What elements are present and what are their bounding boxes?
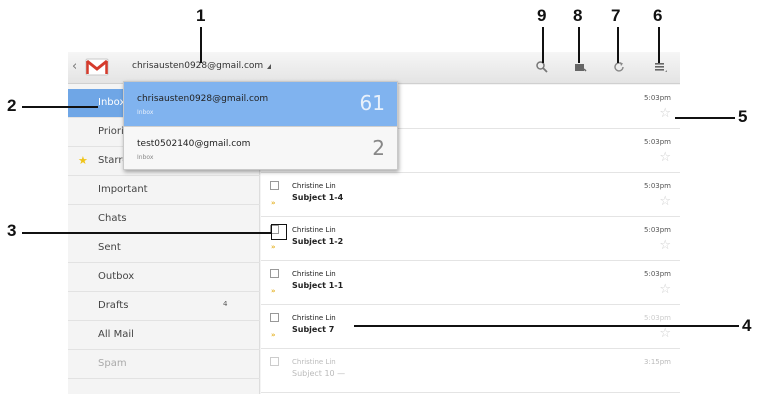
message-time: 3:15pm [644,358,671,366]
message-checkbox[interactable] [270,357,279,366]
callout-4: 4 [742,316,752,335]
message-time: 5:03pm [644,182,671,190]
callout-1: 1 [196,6,206,25]
message-sender: Christine Lin [292,226,336,234]
callout-6: 6 [653,6,663,25]
callout-line-1 [200,27,202,63]
message-sender: Christine Lin [292,358,336,366]
callout-3: 3 [7,221,17,240]
message-subject: Subject 7 [292,325,335,334]
sidebar-item-label: All Mail [98,329,134,340]
sidebar-item-all-mail[interactable]: All Mail [68,321,260,350]
message-sender: Christine Lin [292,314,336,322]
message-sender: Christine Lin [292,270,336,278]
account-email: chrisausten0928@gmail.com [137,94,269,104]
callout-2: 2 [7,96,17,115]
importance-marker-icon[interactable]: » [271,243,276,251]
refresh-icon[interactable] [612,60,626,74]
star-icon[interactable]: ☆ [659,238,671,253]
sidebar-item-sent[interactable]: Sent [68,234,260,263]
star-icon[interactable]: ☆ [659,106,671,121]
star-icon[interactable]: ☆ [659,194,671,209]
callout-line-3 [22,232,272,234]
message-checkbox[interactable] [270,181,279,190]
sidebar-item-chats[interactable]: Chats [68,205,260,234]
message-time: 5:03pm [644,270,671,278]
account-dropdown: chrisausten0928@gmail.com Inbox 61 test0… [123,81,398,170]
message-time: 5:03pm [644,94,671,102]
sidebar-item-outbox[interactable]: Outbox [68,263,260,292]
sidebar-item-label: Important [98,184,148,195]
back-arrow-icon[interactable]: ‹ [72,59,77,74]
compose-icon[interactable] [573,60,587,74]
menu-icon[interactable] [653,60,667,74]
message-subject: Subject 10 — [292,369,346,378]
message-subject: Subject 1-1 [292,281,344,290]
callout-line-7 [617,27,619,63]
message-time: 5:03pm [644,314,671,322]
message-row[interactable]: » Christine Lin Subject 7 5:03pm ☆ [261,305,680,349]
callout-line-5 [675,117,735,119]
sidebar-item-label: Sent [98,242,121,253]
drafts-count: 4 [223,300,228,308]
callout-line-2 [22,106,98,108]
sidebar-item-spam[interactable]: Spam [68,350,260,379]
message-checkbox[interactable] [270,313,279,322]
importance-marker-icon[interactable]: » [271,199,276,207]
account-email: test0502140@gmail.com [137,139,251,149]
callout-line-8 [578,27,580,63]
message-row[interactable]: Christine Lin Subject 10 — 3:15pm [261,349,680,393]
sidebar-item-label: Drafts [98,300,129,311]
message-row[interactable]: » Christine Lin Subject 1-2 5:03pm ☆ [261,217,680,261]
unread-count: 61 [359,91,385,115]
gmail-logo-icon[interactable] [85,58,109,76]
message-sender: Christine Lin [292,182,336,190]
sidebar-item-label: Outbox [98,271,135,282]
message-checkbox[interactable] [270,269,279,278]
message-subject: Subject 1-2 [292,237,344,246]
account-option[interactable]: chrisausten0928@gmail.com Inbox 61 [124,82,397,126]
message-row[interactable]: » Christine Lin Subject 1-1 5:03pm ☆ [261,261,680,305]
message-subject: Subject 1-4 [292,193,344,202]
unread-count: 2 [372,136,385,160]
importance-marker-icon[interactable]: » [271,287,276,295]
callout-line-9 [542,27,544,63]
action-bar: ‹ chrisausten0928@gmail.com [68,52,680,84]
sidebar-item-important[interactable]: Important [68,176,260,205]
chevron-down-icon[interactable] [267,64,271,69]
callout-line-4 [354,325,739,327]
sidebar-item-drafts[interactable]: Drafts 4 [68,292,260,321]
sidebar-item-label: Inbox [98,97,126,108]
callout-box-3 [271,224,287,240]
message-row[interactable]: » Christine Lin Subject 1-4 5:03pm ☆ [261,173,680,217]
sidebar-item-label: Priori [98,126,124,137]
account-folder: Inbox [137,154,154,161]
message-time: 5:03pm [644,138,671,146]
sidebar-item-label: Spam [98,358,127,369]
account-folder: Inbox [137,109,154,116]
account-selector[interactable]: chrisausten0928@gmail.com [132,61,263,71]
importance-marker-icon[interactable]: » [271,331,276,339]
callout-line-6 [658,27,660,63]
callout-5: 5 [738,107,748,126]
star-icon: ★ [78,154,88,167]
callout-8: 8 [573,6,583,25]
callout-9: 9 [537,6,547,25]
star-icon[interactable]: ☆ [659,282,671,297]
message-time: 5:03pm [644,226,671,234]
star-icon[interactable]: ☆ [659,150,671,165]
callout-7: 7 [611,6,621,25]
account-option[interactable]: test0502140@gmail.com Inbox 2 [124,127,397,171]
sidebar-item-label: Chats [98,213,127,224]
star-icon[interactable]: ☆ [659,326,671,341]
